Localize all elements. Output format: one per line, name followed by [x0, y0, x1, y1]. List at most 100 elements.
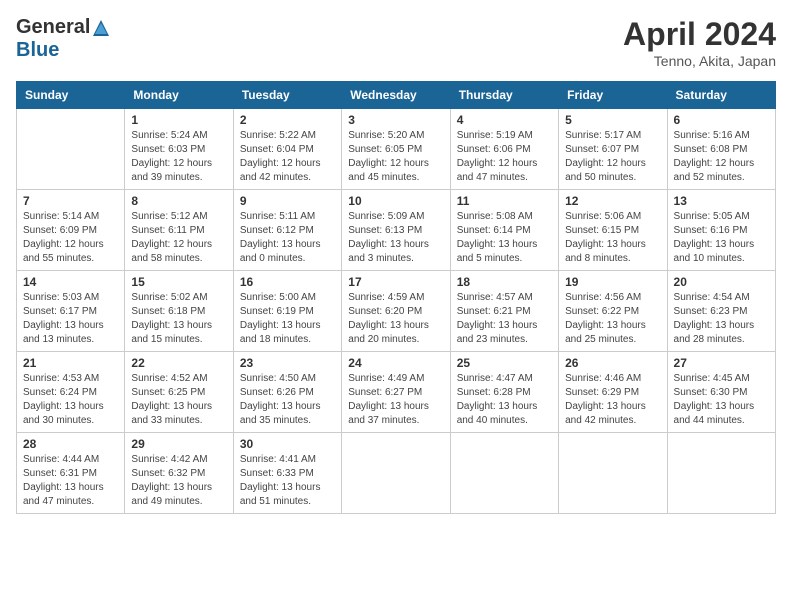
week-row-4: 21Sunrise: 4:53 AM Sunset: 6:24 PM Dayli… [17, 352, 776, 433]
day-number: 19 [565, 275, 660, 289]
calendar-cell: 9 Sunrise: 5:11 AM Sunset: 6:12 PM Daylig… [233, 190, 341, 271]
calendar-cell [667, 433, 775, 514]
day-number: 2 [240, 113, 335, 127]
calendar-cell [559, 433, 667, 514]
weekday-header-monday: Monday [125, 82, 233, 109]
week-row-1: 1Sunrise: 5:24 AM Sunset: 6:03 PM Daylig… [17, 109, 776, 190]
day-info: Sunrise: 4:52 AM Sunset: 6:25 PM Dayligh… [131, 372, 226, 428]
day-info: Sunrise: 5:12 AM Sunset: 6:11 PM Dayligh… [131, 210, 226, 266]
calendar-cell: 15 Sunrise: 5:02 AM Sunset: 6:18 PM Dayli… [125, 271, 233, 352]
location: Tenno, Akita, Japan [623, 53, 776, 69]
logo-blue-text: Blue [16, 39, 59, 62]
day-number: 16 [240, 275, 335, 289]
day-info: Sunrise: 5:08 AM Sunset: 6:14 PM Dayligh… [457, 210, 552, 266]
calendar-cell: 16 Sunrise: 5:00 AM Sunset: 6:19 PM Dayli… [233, 271, 341, 352]
day-number: 12 [565, 194, 660, 208]
day-info: Sunrise: 5:16 AM Sunset: 6:08 PM Dayligh… [674, 129, 769, 185]
day-number: 22 [131, 356, 226, 370]
calendar-cell: 19 Sunrise: 4:56 AM Sunset: 6:22 PM Dayli… [559, 271, 667, 352]
day-number: 27 [674, 356, 769, 370]
calendar-cell: 2Sunrise: 5:22 AM Sunset: 6:04 PM Daylig… [233, 109, 341, 190]
day-info: Sunrise: 5:02 AM Sunset: 6:18 PM Dayligh… [131, 291, 226, 347]
day-info: Sunrise: 4:56 AM Sunset: 6:22 PM Dayligh… [565, 291, 660, 347]
day-number: 26 [565, 356, 660, 370]
weekday-header-saturday: Saturday [667, 82, 775, 109]
day-number: 25 [457, 356, 552, 370]
calendar-cell: 20 Sunrise: 4:54 AM Sunset: 6:23 PM Dayli… [667, 271, 775, 352]
day-number: 15 [131, 275, 226, 289]
day-info: Sunrise: 5:14 AM Sunset: 6:09 PM Dayligh… [23, 210, 118, 266]
calendar-cell: 14 Sunrise: 5:03 AM Sunset: 6:17 PM Dayli… [17, 271, 125, 352]
calendar-cell: 1Sunrise: 5:24 AM Sunset: 6:03 PM Daylig… [125, 109, 233, 190]
day-number: 17 [348, 275, 443, 289]
day-info: Sunrise: 4:54 AM Sunset: 6:23 PM Dayligh… [674, 291, 769, 347]
logo-icon [92, 19, 110, 37]
day-info: Sunrise: 5:19 AM Sunset: 6:06 PM Dayligh… [457, 129, 552, 185]
week-row-5: 28 Sunrise: 4:44 AM Sunset: 6:31 PM Dayli… [17, 433, 776, 514]
calendar-cell: 5 Sunrise: 5:17 AM Sunset: 6:07 PM Daylig… [559, 109, 667, 190]
logo-general-text: General [16, 16, 90, 39]
day-info: Sunrise: 5:17 AM Sunset: 6:07 PM Dayligh… [565, 129, 660, 185]
calendar-cell: 7 Sunrise: 5:14 AM Sunset: 6:09 PM Daylig… [17, 190, 125, 271]
weekday-header-wednesday: Wednesday [342, 82, 450, 109]
day-number: 7 [23, 194, 118, 208]
day-info: Sunrise: 4:53 AM Sunset: 6:24 PM Dayligh… [23, 372, 118, 428]
calendar-cell [342, 433, 450, 514]
day-number: 30 [240, 437, 335, 451]
weekday-header-row: SundayMondayTuesdayWednesdayThursdayFrid… [17, 82, 776, 109]
calendar-cell: 27 Sunrise: 4:45 AM Sunset: 6:30 PM Dayli… [667, 352, 775, 433]
day-info: Sunrise: 5:09 AM Sunset: 6:13 PM Dayligh… [348, 210, 443, 266]
week-row-2: 7 Sunrise: 5:14 AM Sunset: 6:09 PM Daylig… [17, 190, 776, 271]
calendar-cell: 6 Sunrise: 5:16 AM Sunset: 6:08 PM Daylig… [667, 109, 775, 190]
calendar-cell: 12Sunrise: 5:06 AM Sunset: 6:15 PM Dayli… [559, 190, 667, 271]
day-number: 29 [131, 437, 226, 451]
day-info: Sunrise: 4:46 AM Sunset: 6:29 PM Dayligh… [565, 372, 660, 428]
page-header: General Blue April 2024 Tenno, Akita, Ja… [16, 16, 776, 69]
day-number: 23 [240, 356, 335, 370]
month-title: April 2024 [623, 16, 776, 53]
calendar-cell: 3 Sunrise: 5:20 AM Sunset: 6:05 PM Daylig… [342, 109, 450, 190]
day-info: Sunrise: 4:49 AM Sunset: 6:27 PM Dayligh… [348, 372, 443, 428]
day-info: Sunrise: 5:05 AM Sunset: 6:16 PM Dayligh… [674, 210, 769, 266]
calendar-cell: 24 Sunrise: 4:49 AM Sunset: 6:27 PM Dayli… [342, 352, 450, 433]
day-number: 18 [457, 275, 552, 289]
calendar-cell: 17 Sunrise: 4:59 AM Sunset: 6:20 PM Dayli… [342, 271, 450, 352]
calendar-cell: 26 Sunrise: 4:46 AM Sunset: 6:29 PM Dayli… [559, 352, 667, 433]
day-info: Sunrise: 5:20 AM Sunset: 6:05 PM Dayligh… [348, 129, 443, 185]
weekday-header-sunday: Sunday [17, 82, 125, 109]
day-info: Sunrise: 4:57 AM Sunset: 6:21 PM Dayligh… [457, 291, 552, 347]
day-info: Sunrise: 5:24 AM Sunset: 6:03 PM Dayligh… [131, 129, 226, 185]
day-number: 3 [348, 113, 443, 127]
calendar-table: SundayMondayTuesdayWednesdayThursdayFrid… [16, 81, 776, 514]
calendar-cell: 11Sunrise: 5:08 AM Sunset: 6:14 PM Dayli… [450, 190, 558, 271]
day-number: 24 [348, 356, 443, 370]
logo: General Blue [16, 16, 110, 62]
day-number: 13 [674, 194, 769, 208]
day-info: Sunrise: 4:45 AM Sunset: 6:30 PM Dayligh… [674, 372, 769, 428]
day-info: Sunrise: 4:47 AM Sunset: 6:28 PM Dayligh… [457, 372, 552, 428]
day-info: Sunrise: 5:00 AM Sunset: 6:19 PM Dayligh… [240, 291, 335, 347]
title-block: April 2024 Tenno, Akita, Japan [623, 16, 776, 69]
day-number: 20 [674, 275, 769, 289]
calendar-cell: 13 Sunrise: 5:05 AM Sunset: 6:16 PM Dayli… [667, 190, 775, 271]
day-info: Sunrise: 5:11 AM Sunset: 6:12 PM Dayligh… [240, 210, 335, 266]
calendar-cell: 18 Sunrise: 4:57 AM Sunset: 6:21 PM Dayli… [450, 271, 558, 352]
day-number: 4 [457, 113, 552, 127]
calendar-cell: 21Sunrise: 4:53 AM Sunset: 6:24 PM Dayli… [17, 352, 125, 433]
day-number: 5 [565, 113, 660, 127]
calendar-cell: 25 Sunrise: 4:47 AM Sunset: 6:28 PM Dayli… [450, 352, 558, 433]
day-info: Sunrise: 4:59 AM Sunset: 6:20 PM Dayligh… [348, 291, 443, 347]
day-number: 9 [240, 194, 335, 208]
weekday-header-friday: Friday [559, 82, 667, 109]
day-number: 28 [23, 437, 118, 451]
day-info: Sunrise: 4:44 AM Sunset: 6:31 PM Dayligh… [23, 453, 118, 509]
day-number: 8 [131, 194, 226, 208]
calendar-cell: 23Sunrise: 4:50 AM Sunset: 6:26 PM Dayli… [233, 352, 341, 433]
calendar-cell: 8 Sunrise: 5:12 AM Sunset: 6:11 PM Daylig… [125, 190, 233, 271]
calendar-cell: 10Sunrise: 5:09 AM Sunset: 6:13 PM Dayli… [342, 190, 450, 271]
week-row-3: 14 Sunrise: 5:03 AM Sunset: 6:17 PM Dayli… [17, 271, 776, 352]
day-info: Sunrise: 5:03 AM Sunset: 6:17 PM Dayligh… [23, 291, 118, 347]
day-number: 14 [23, 275, 118, 289]
day-number: 6 [674, 113, 769, 127]
day-info: Sunrise: 4:42 AM Sunset: 6:32 PM Dayligh… [131, 453, 226, 509]
